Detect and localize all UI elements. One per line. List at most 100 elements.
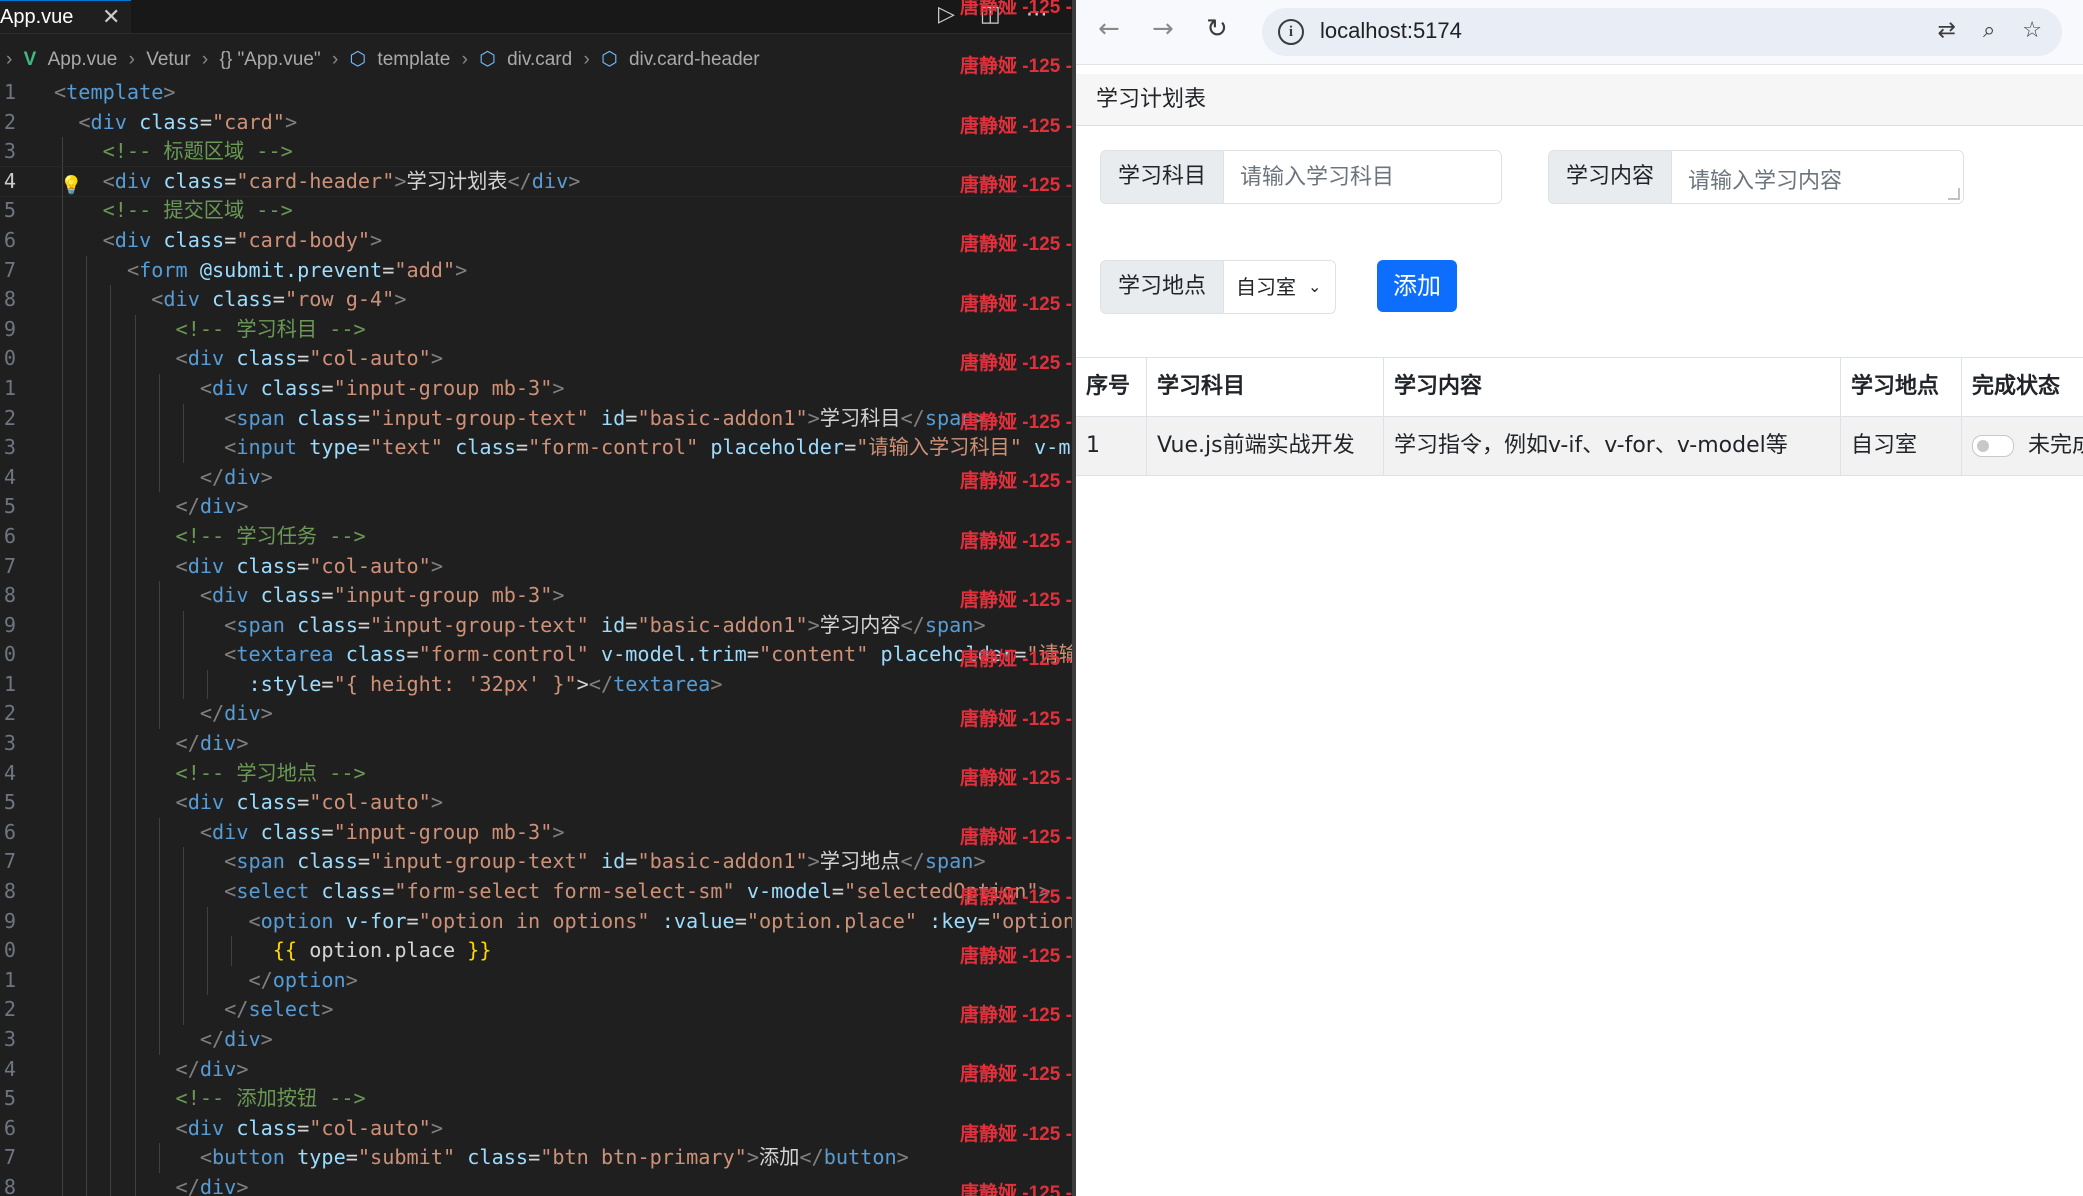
header-place: 学习地点 bbox=[1841, 358, 1962, 416]
breadcrumb-item[interactable]: App.vue bbox=[48, 46, 118, 74]
code-text: <div class="card-body"> bbox=[102, 227, 383, 252]
watermark-text: 唐静娅 -125 - 958 bbox=[960, 886, 1072, 908]
watermark-text: 唐静娅 -125 - 958 bbox=[960, 115, 1072, 137]
code-text: <input type="text" class="form-control" … bbox=[224, 435, 1071, 460]
code-line[interactable]: 2 </select> bbox=[0, 995, 1072, 1025]
place-select[interactable]: 自习室 ⌄ bbox=[1224, 261, 1335, 313]
code-line[interactable]: 0 <textarea class="form-control" v-model… bbox=[0, 640, 1072, 670]
code-text: </option> bbox=[248, 967, 358, 992]
site-info-icon[interactable]: i bbox=[1278, 19, 1304, 45]
code-line[interactable]: 1 </option> bbox=[0, 965, 1072, 996]
code-text: <button type="submit" class="btn btn-pri… bbox=[199, 1145, 909, 1170]
line-number: 6 bbox=[3, 819, 16, 844]
code-line[interactable]: 2 <span class="input-group-text" id="bas… bbox=[0, 403, 1072, 434]
code-text: <div class="col-auto"> bbox=[175, 1115, 443, 1140]
code-line[interactable]: 5 <!-- 添加按钮 --> bbox=[0, 1084, 1072, 1114]
subject-input[interactable] bbox=[1224, 151, 1501, 203]
content-input-group: 学习内容 bbox=[1548, 150, 1964, 204]
code-line[interactable]: 9 <option v-for="option in options" :val… bbox=[0, 906, 1072, 937]
code-line[interactable]: 8 </div> bbox=[0, 1172, 1072, 1196]
address-bar[interactable]: i localhost:5174 ⇄ ⌕ ☆ bbox=[1262, 8, 2062, 56]
code-line[interactable]: 6 <div class="input-group mb-3"> bbox=[0, 817, 1072, 848]
code-line[interactable]: 7 <span class="input-group-text" id="bas… bbox=[0, 847, 1072, 878]
code-editor[interactable]: App.vue ✕ ▷ ◫ ⋯ › V App.vue › Vetur › {}… bbox=[0, 0, 1072, 1196]
code-text: <span class="input-group-text" id="basic… bbox=[224, 849, 986, 874]
code-text: <span class="input-group-text" id="basic… bbox=[224, 612, 986, 637]
line-number: 3 bbox=[3, 1027, 16, 1051]
content-label: 学习内容 bbox=[1549, 151, 1672, 203]
code-line[interactable]: 7 <form @submit.prevent="add"> bbox=[0, 255, 1072, 286]
header-index: 序号 bbox=[1076, 358, 1147, 416]
table-header-row: 序号 学习科目 学习内容 学习地点 完成状态 bbox=[1076, 358, 2083, 417]
code-line[interactable]: 1 <div class="input-group mb-3"> bbox=[0, 373, 1072, 404]
breadcrumb-item[interactable]: Vetur bbox=[146, 46, 190, 74]
breadcrumb-item[interactable]: template bbox=[377, 46, 450, 74]
code-line[interactable]: 0 <div class="col-auto"> bbox=[0, 344, 1072, 374]
content-textarea[interactable] bbox=[1672, 151, 1963, 203]
plan-table: 序号 学习科目 学习内容 学习地点 完成状态 1 Vue.js前端实战开发 学习… bbox=[1076, 357, 2083, 476]
code-line[interactable]: 5 <!-- 提交区域 --> bbox=[0, 196, 1072, 226]
url-text[interactable]: localhost:5174 bbox=[1320, 18, 1462, 44]
translate-icon[interactable]: ⇄ bbox=[1938, 18, 1956, 43]
close-icon[interactable]: ✕ bbox=[102, 1, 120, 33]
back-icon[interactable]: ← bbox=[1098, 14, 1120, 44]
breadcrumb-item[interactable]: div.card bbox=[507, 46, 572, 74]
cell-status: 未完成 bbox=[1962, 417, 2083, 475]
code-line[interactable]: 4 </div> bbox=[0, 1054, 1072, 1085]
bookmark-star-icon[interactable]: ☆ bbox=[2022, 18, 2042, 43]
code-line[interactable]: 7 <button type="submit" class="btn btn-p… bbox=[0, 1143, 1072, 1173]
code-area[interactable]: 1 <template> 2 <div class="card"> 3 <!-- 标题… bbox=[0, 78, 1072, 1196]
code-line[interactable]: 6 <!-- 学习任务 --> bbox=[0, 521, 1072, 552]
breadcrumb: › V App.vue › Vetur › {} "App.vue" › ⬡ t… bbox=[0, 46, 1072, 74]
tab-app-vue[interactable]: App.vue ✕ bbox=[0, 0, 131, 33]
code-text: <div class="col-auto"> bbox=[175, 553, 443, 578]
code-line[interactable]: 1 <template> bbox=[0, 78, 1072, 108]
status-text: 未完成 bbox=[2028, 433, 2083, 458]
code-line[interactable]: 2 <div class="card"> bbox=[0, 108, 1072, 138]
code-line[interactable]: 6 <div class="col-auto"> bbox=[0, 1113, 1072, 1144]
code-line[interactable]: 1 :style="{ height: '32px' }"></textarea… bbox=[0, 669, 1072, 700]
line-number: 5 bbox=[3, 790, 16, 815]
chevron-right-icon: › bbox=[461, 49, 468, 70]
watermark-text: 唐静娅 -125 - 958 bbox=[960, 649, 1072, 671]
line-number: 7 bbox=[3, 553, 16, 578]
code-line[interactable]: 7 <div class="col-auto"> bbox=[0, 551, 1072, 582]
resize-grip-icon[interactable] bbox=[1948, 188, 1960, 200]
code-line[interactable]: 9 <span class="input-group-text" id="bas… bbox=[0, 610, 1072, 641]
code-line[interactable]: 4 </div> bbox=[0, 462, 1072, 493]
line-number: 4 bbox=[3, 760, 16, 785]
code-line[interactable]: 4 <!-- 学习地点 --> bbox=[0, 758, 1072, 789]
code-line[interactable]: 5 <div class="col-auto"> bbox=[0, 788, 1072, 818]
code-text: {{ option.place }} bbox=[272, 938, 492, 963]
code-line[interactable]: 8 <div class="row g-4"> bbox=[0, 285, 1072, 315]
status-toggle[interactable] bbox=[1972, 435, 2014, 457]
add-button[interactable]: 添加 bbox=[1377, 260, 1457, 312]
reload-icon[interactable]: ↻ bbox=[1206, 14, 1228, 44]
code-line[interactable]: 9 <!-- 学习科目 --> bbox=[0, 314, 1072, 345]
zoom-icon[interactable]: ⌕ bbox=[1983, 18, 1995, 43]
line-number: 5 bbox=[3, 494, 16, 519]
code-line[interactable]: 3 </div> bbox=[0, 729, 1072, 759]
line-number: 8 bbox=[3, 287, 16, 312]
code-line[interactable]: 8 <div class="input-group mb-3"> bbox=[0, 581, 1072, 611]
code-line[interactable]: 3 <!-- 标题区域 --> bbox=[0, 137, 1072, 167]
code-text: <!-- 学习地点 --> bbox=[175, 760, 366, 785]
line-number: 0 bbox=[3, 938, 16, 963]
code-line[interactable]: 5 </div> bbox=[0, 492, 1072, 522]
breadcrumb-item[interactable]: {} "App.vue" bbox=[219, 46, 320, 74]
watermark-text: 唐静娅 -125 - 958 bbox=[960, 174, 1072, 196]
code-line[interactable]: 3 <input type="text" class="form-control… bbox=[0, 433, 1072, 463]
code-line[interactable]: 8 <select class="form-select form-select… bbox=[0, 877, 1072, 907]
code-line[interactable]: 0 {{ option.place }} bbox=[0, 936, 1072, 966]
code-text: </div> bbox=[199, 1027, 273, 1051]
code-line[interactable]: 4 💡 <div class="card-header">学习计划表</div> bbox=[0, 165, 1072, 198]
line-number: 2 bbox=[3, 701, 16, 726]
table-row: 1 Vue.js前端实战开发 学习指令，例如v-if、v-for、v-model… bbox=[1076, 417, 2083, 476]
forward-icon[interactable]: → bbox=[1152, 14, 1174, 44]
code-line[interactable]: 2 </div> bbox=[0, 699, 1072, 730]
code-line[interactable]: 3 </div> bbox=[0, 1025, 1072, 1055]
run-icon[interactable]: ▷ bbox=[938, 2, 955, 27]
breadcrumb-item[interactable]: div.card-header bbox=[629, 46, 760, 74]
code-line[interactable]: 6 <div class="card-body"> bbox=[0, 225, 1072, 256]
line-number: 0 bbox=[3, 346, 16, 371]
